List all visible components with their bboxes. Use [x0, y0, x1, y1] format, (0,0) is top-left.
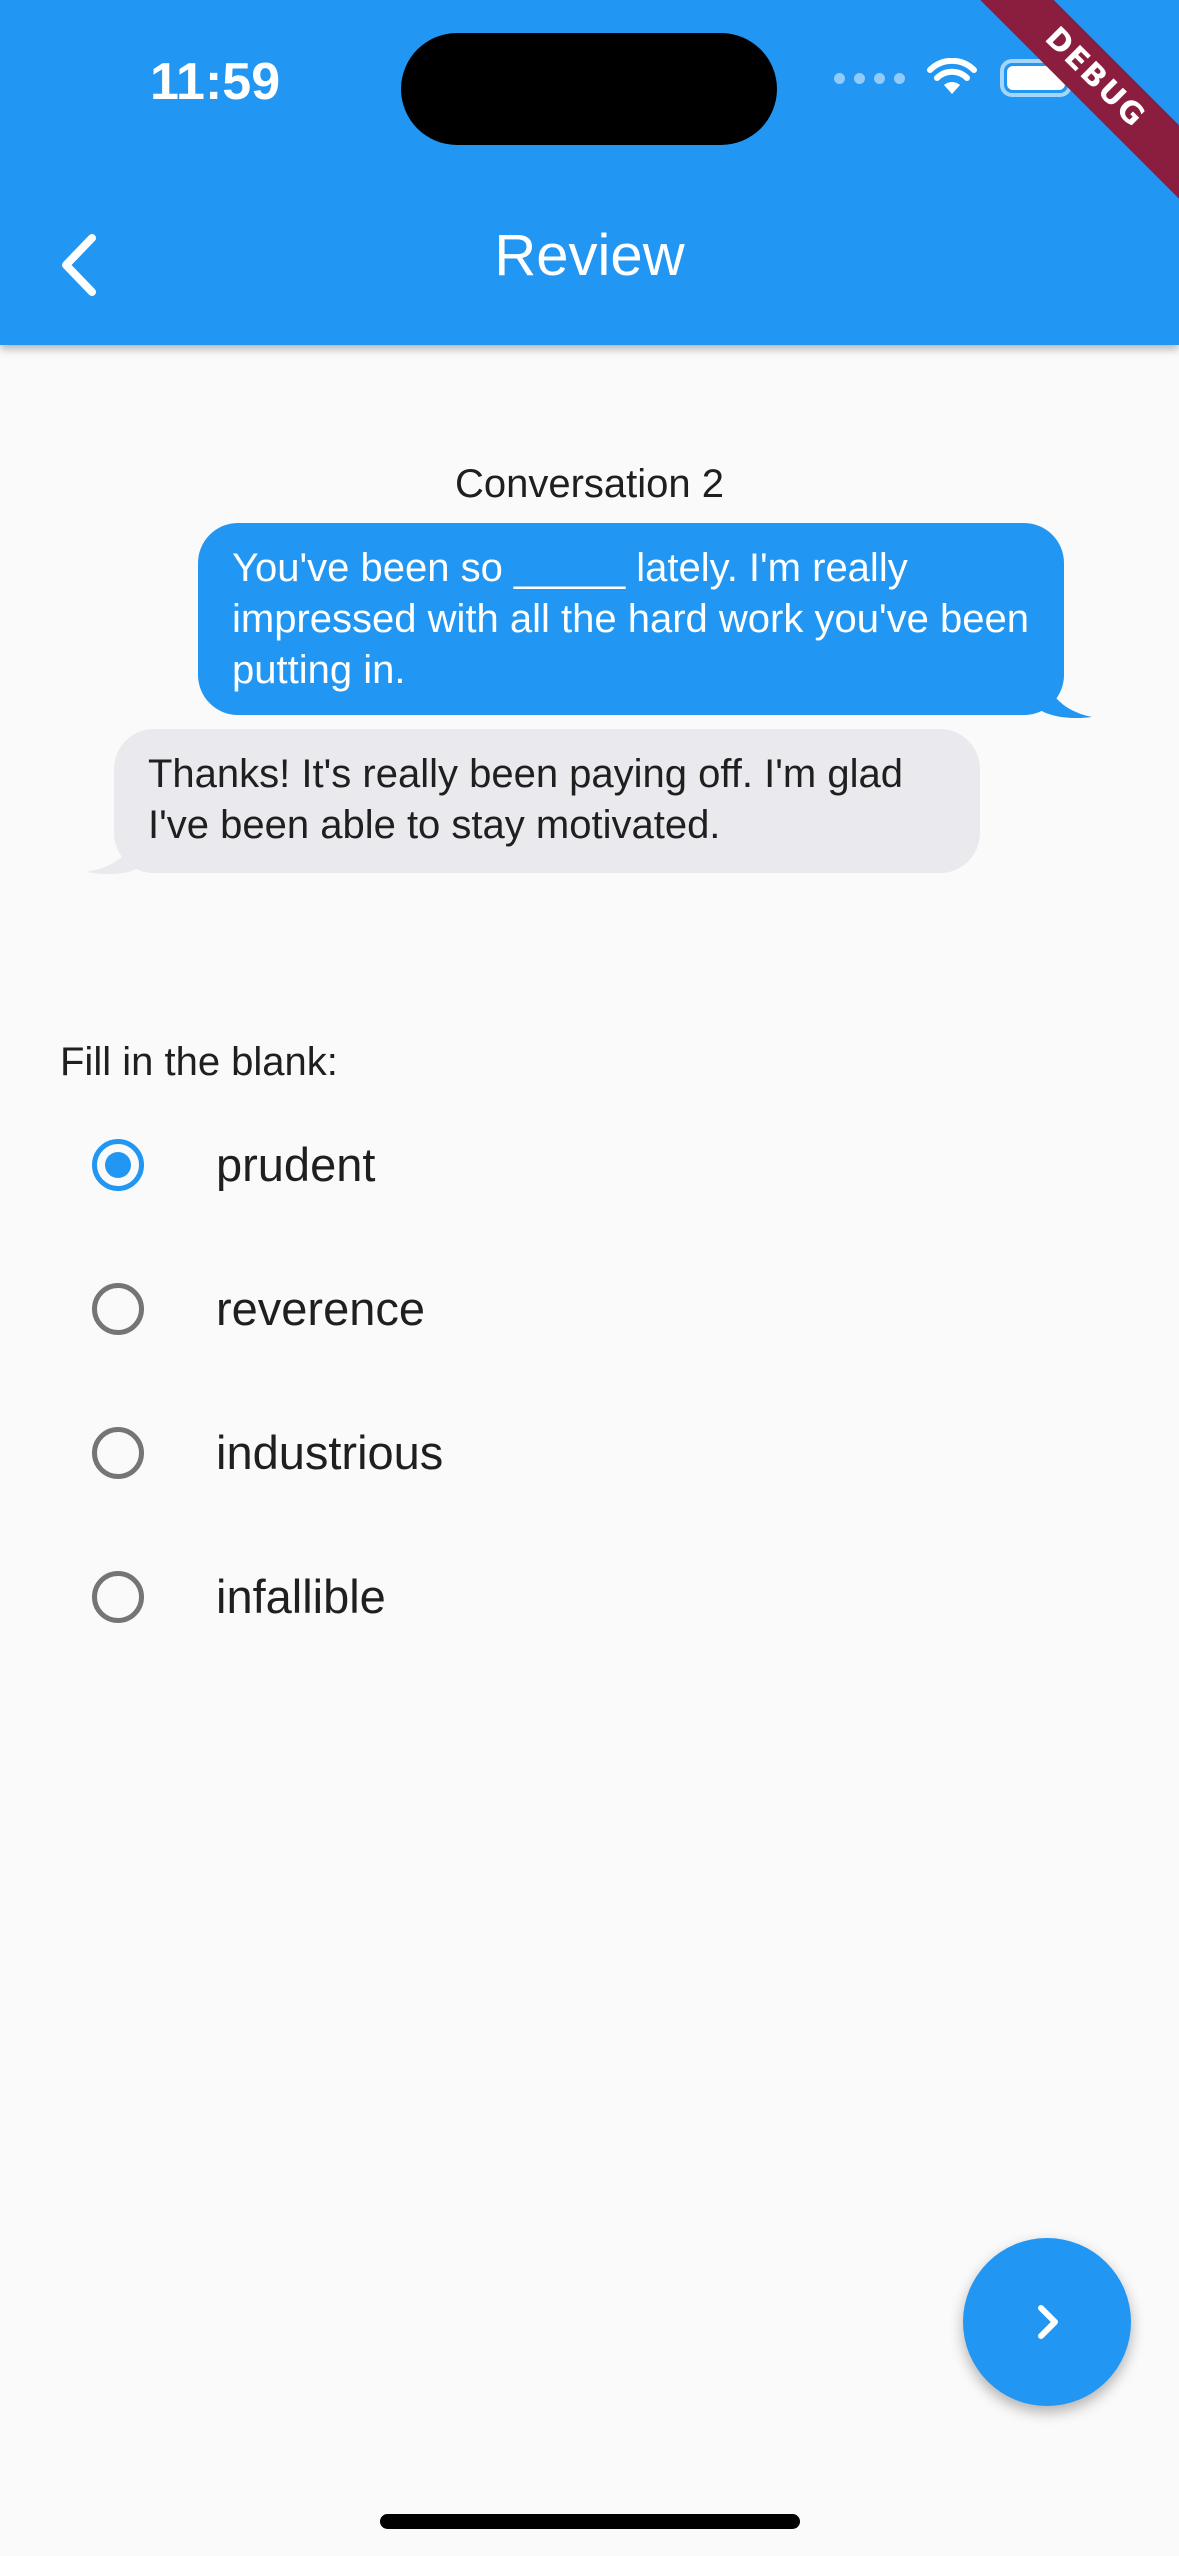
option-infallible[interactable]: infallible [0, 1525, 1179, 1669]
chevron-right-icon [1038, 2305, 1058, 2339]
option-industrious[interactable]: industrious [0, 1381, 1179, 1525]
question-prompt: Fill in the blank: [60, 1040, 338, 1084]
debug-banner: DEBUG [939, 0, 1179, 240]
bubble-tail-incoming [86, 826, 138, 875]
radio-button[interactable] [92, 1427, 144, 1479]
home-indicator [380, 2514, 800, 2529]
signal-dots-icon [834, 72, 905, 84]
message-bubble-incoming: Thanks! It's really been paying off. I'm… [114, 729, 980, 873]
option-label: infallible [216, 1570, 386, 1623]
debug-label: DEBUG [956, 0, 1179, 217]
option-label: reverence [216, 1282, 425, 1335]
option-reverence[interactable]: reverence [0, 1237, 1179, 1381]
answer-options: prudent reverence industrious infallible [0, 1093, 1179, 1669]
status-time: 11:59 [150, 53, 281, 111]
next-button[interactable] [963, 2238, 1131, 2406]
option-prudent[interactable]: prudent [0, 1093, 1179, 1237]
radio-button[interactable] [92, 1139, 144, 1191]
message-bubble-outgoing: You've been so _____ lately. I'm really … [198, 523, 1064, 715]
radio-button[interactable] [92, 1283, 144, 1335]
bubble-tail-outgoing [1040, 660, 1092, 719]
option-label: prudent [216, 1138, 376, 1191]
radio-button[interactable] [92, 1571, 144, 1623]
dynamic-island [401, 33, 777, 145]
conversation-title: Conversation 2 [454, 462, 725, 506]
option-label: industrious [216, 1426, 444, 1479]
